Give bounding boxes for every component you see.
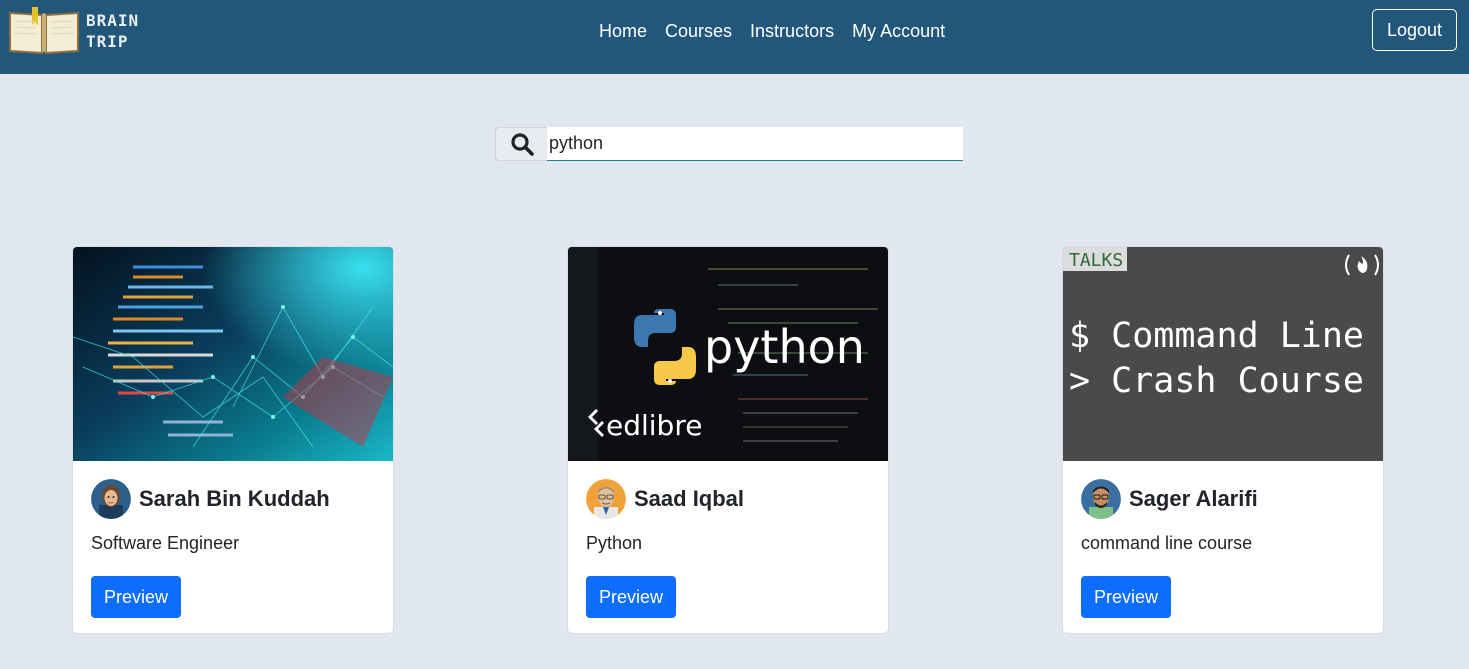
edlibre-brand-text: edlibre	[606, 409, 702, 442]
avatar	[1081, 479, 1121, 519]
brand-line-1: BRAIN	[86, 11, 140, 30]
brand-line-2: TRIP	[86, 32, 129, 51]
search-bar	[495, 127, 963, 161]
course-thumbnail	[73, 247, 393, 461]
course-thumbnail: TALKS $ Command Line \ > Crash Course	[1063, 247, 1384, 461]
course-thumbnail: python edlibre	[568, 247, 888, 461]
avatar	[91, 479, 131, 519]
talks-label: TALKS	[1069, 250, 1123, 271]
brand-logo[interactable]: BRAIN TRIP	[8, 6, 158, 56]
course-author: Sarah Bin Kuddah	[91, 479, 375, 519]
course-card: TALKS $ Command Line \ > Crash Course Sa…	[1062, 246, 1384, 634]
nav-instructors[interactable]: Instructors	[741, 20, 843, 42]
nav-my-account[interactable]: My Account	[843, 20, 954, 42]
nav-courses[interactable]: Courses	[656, 20, 741, 42]
search-addon[interactable]	[495, 127, 547, 161]
thumbnail-line-2: > Crash Course	[1069, 361, 1364, 401]
preview-button[interactable]: Preview	[91, 576, 181, 618]
python-brand-text: python	[704, 320, 865, 374]
author-name[interactable]: Sager Alarifi	[1129, 486, 1258, 512]
preview-button[interactable]: Preview	[1081, 576, 1171, 618]
author-name[interactable]: Sarah Bin Kuddah	[139, 486, 330, 512]
preview-button[interactable]: Preview	[586, 576, 676, 618]
course-card: Sarah Bin Kuddah Software Engineer Previ…	[72, 246, 394, 634]
course-author: Saad Iqbal	[586, 479, 870, 519]
logout-button[interactable]: Logout	[1372, 9, 1457, 51]
avatar	[586, 479, 626, 519]
search-input[interactable]	[547, 127, 963, 161]
course-title: command line course	[1081, 533, 1253, 553]
search-icon	[510, 133, 534, 156]
nav-home[interactable]: Home	[590, 20, 656, 42]
thumbnail-line-1: $ Command Line \	[1069, 316, 1384, 356]
course-card: python edlibre Saad Iqbal Python Preview	[567, 246, 889, 634]
course-title: Software Engineer	[91, 533, 240, 553]
course-title: Python	[586, 533, 643, 553]
course-author: Sager Alarifi	[1081, 479, 1365, 519]
brand-name: BRAIN TRIP	[86, 10, 139, 52]
navbar: BRAIN TRIP Home Courses Instructors My A…	[0, 0, 1469, 74]
nav-links: Home Courses Instructors My Account	[590, 20, 954, 42]
author-name[interactable]: Saad Iqbal	[634, 486, 744, 512]
open-book-icon	[9, 7, 79, 55]
